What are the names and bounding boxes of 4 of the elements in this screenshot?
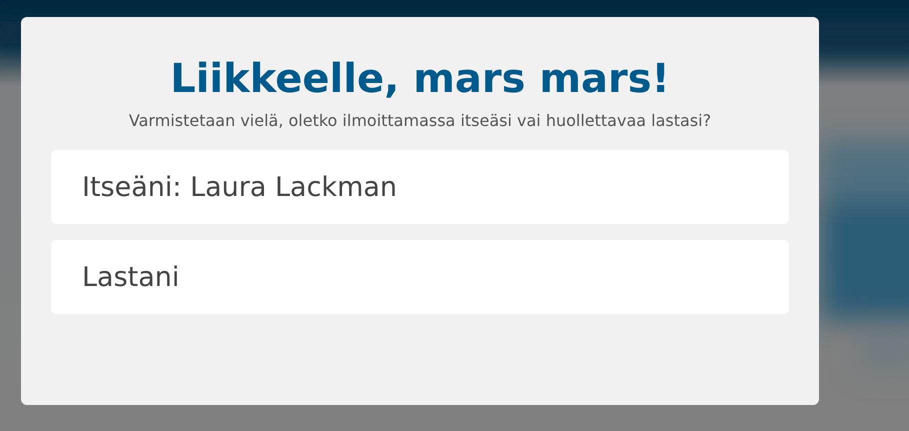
option-button[interactable]: Lastani — [51, 240, 789, 314]
subtitle: Varmistetaan vielä, oletko ilmoittamassa itseäsi vai huollettavaa lastasi? — [128, 111, 712, 130]
option-button[interactable]: Itseäni: Laura Lackman — [51, 150, 789, 224]
title: Liikkeelle, mars mars! — [170, 55, 670, 103]
